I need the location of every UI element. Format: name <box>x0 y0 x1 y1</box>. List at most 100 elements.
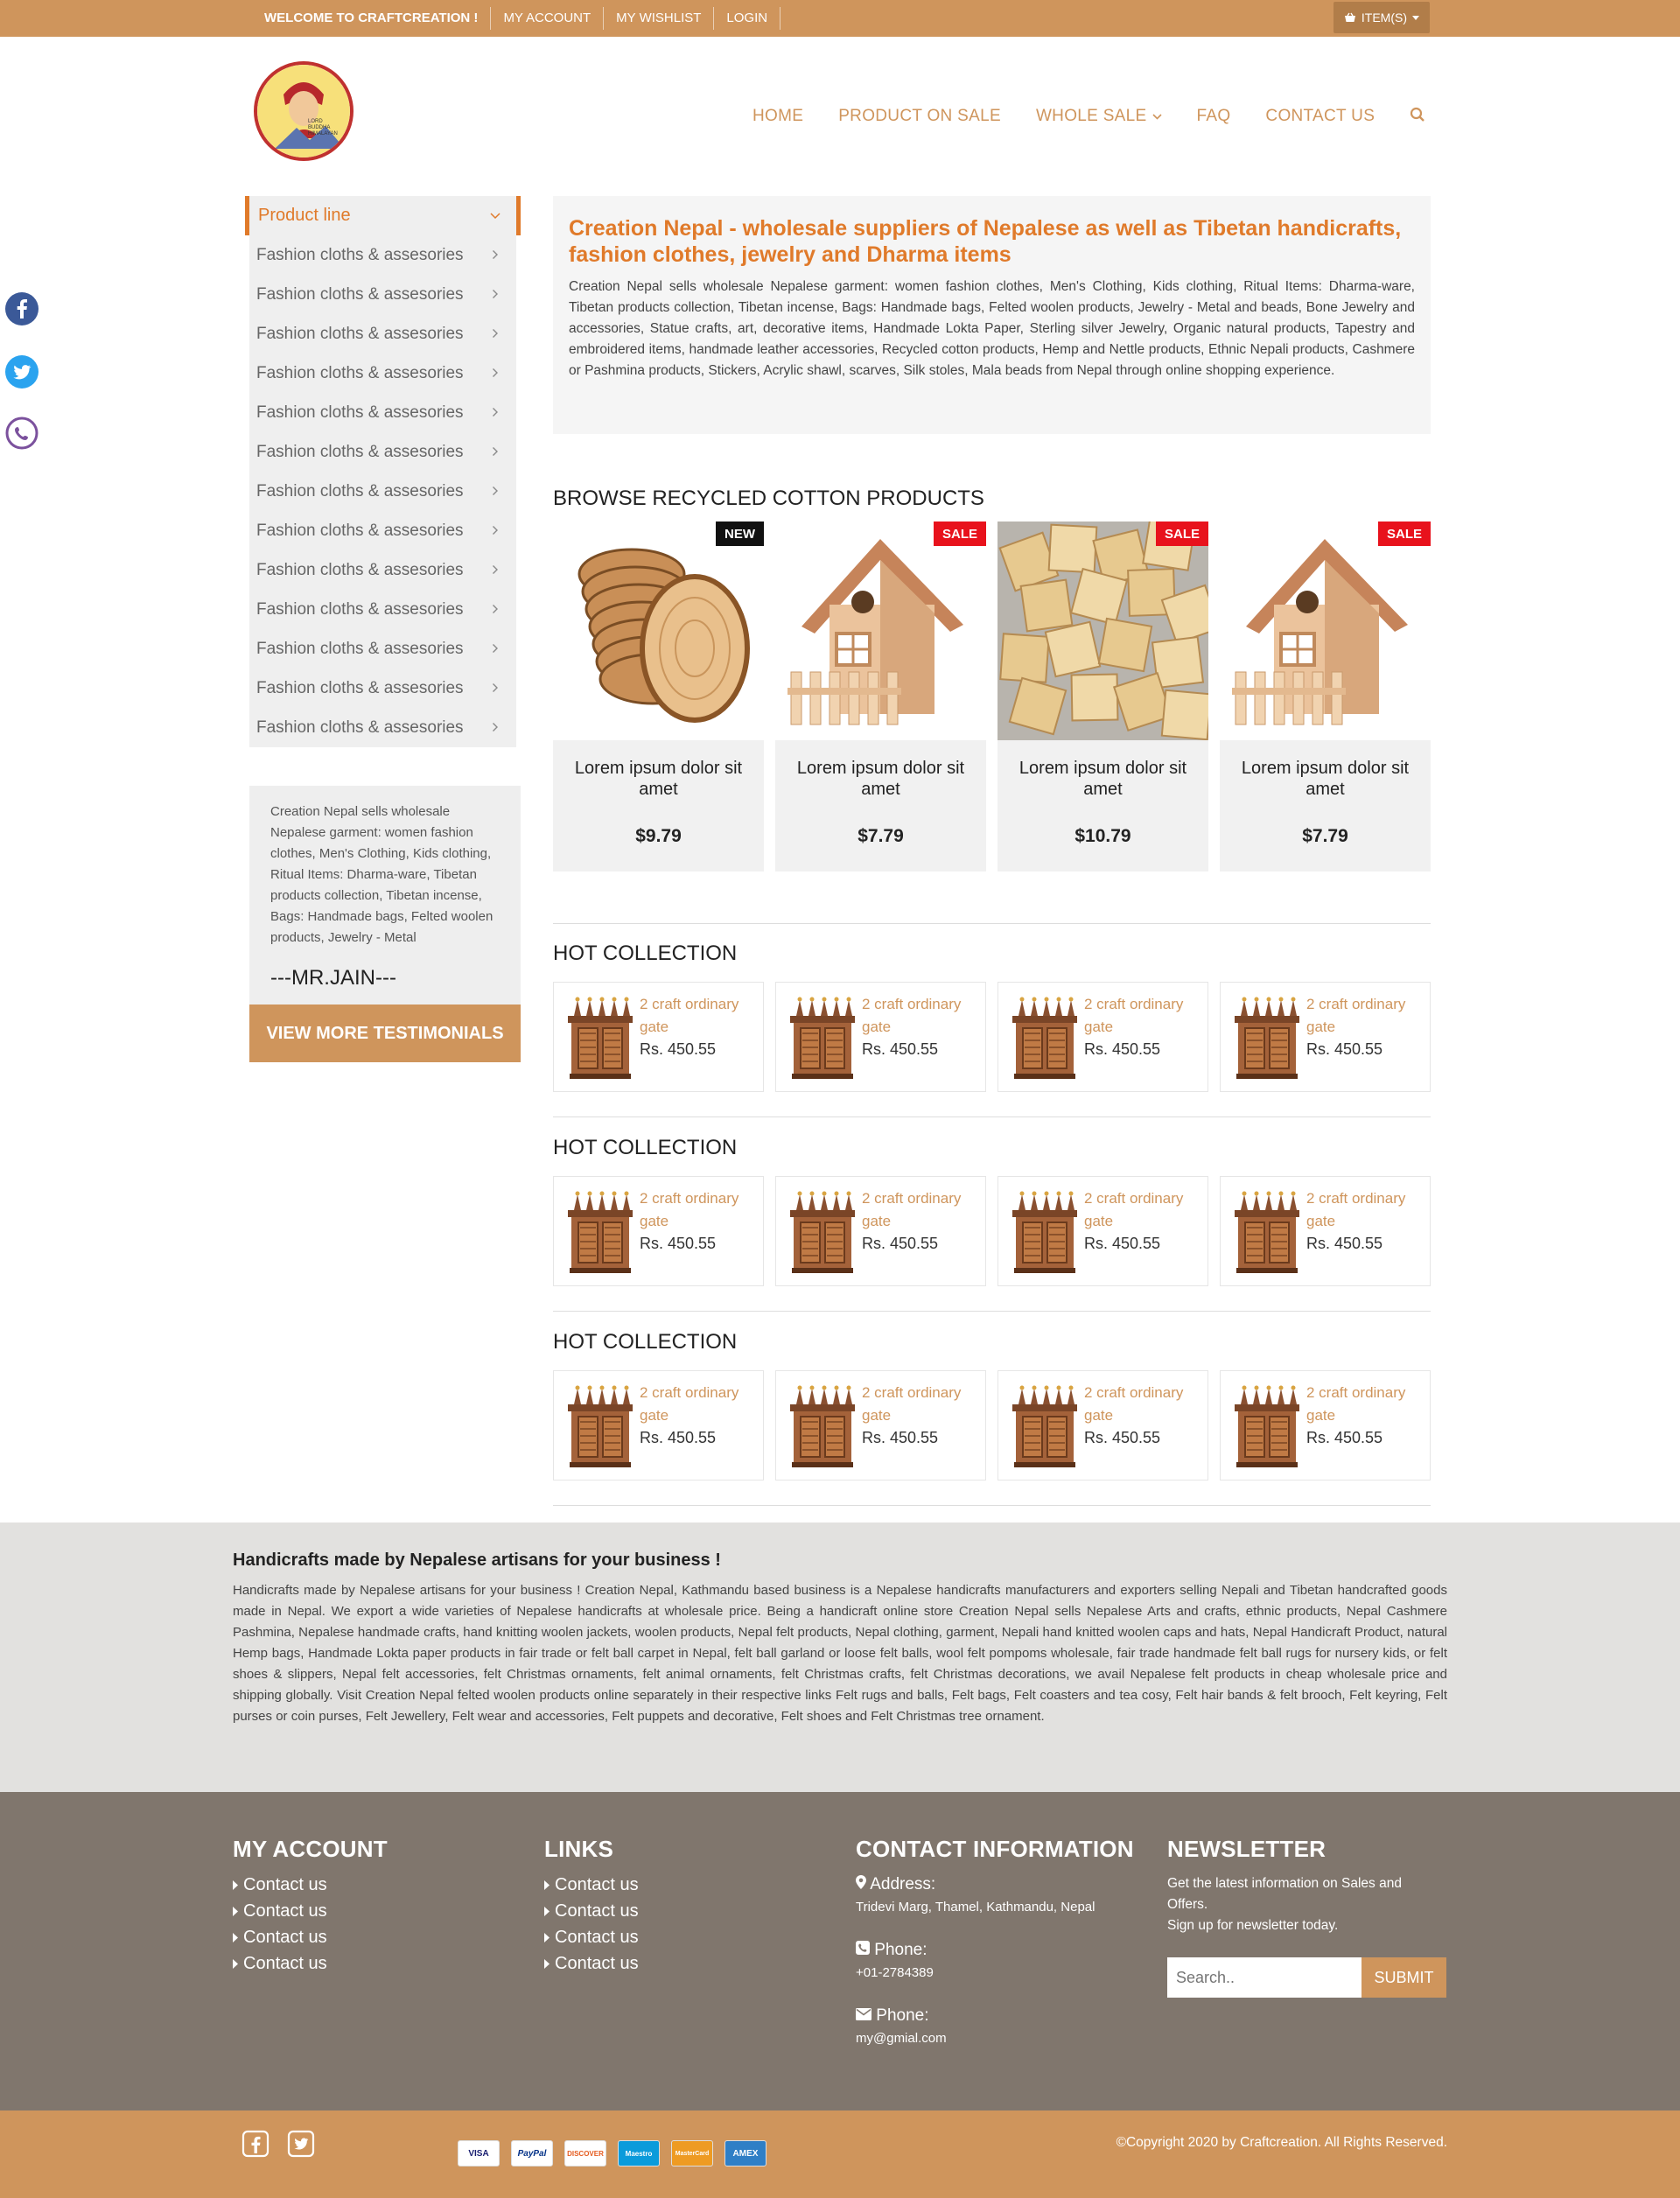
product-card[interactable]: SALE Lorem ipsum dolor sit amet $7.79 <box>1220 522 1431 872</box>
sidebar-category-item[interactable]: Fashion cloths & assesories <box>249 393 516 432</box>
hot-item-title[interactable]: 2 craft ordinary gate <box>1306 993 1425 1039</box>
sidebar-category-item[interactable]: Fashion cloths & assesories <box>249 235 516 275</box>
hot-item-title[interactable]: 2 craft ordinary gate <box>862 1382 981 1427</box>
my-wishlist-link[interactable]: MY WISHLIST <box>604 7 715 30</box>
product-name[interactable]: Lorem ipsum dolor sit amet <box>553 758 764 800</box>
footer-link[interactable]: Contact us <box>233 1901 388 1921</box>
facebook-square-icon <box>242 2130 270 2158</box>
hot-item-title[interactable]: 2 craft ordinary gate <box>1306 1187 1425 1233</box>
product-line-header[interactable]: Product line <box>245 196 521 235</box>
sidebar-category-item[interactable]: Fashion cloths & assesories <box>249 668 516 708</box>
shrine-thumbnail[interactable] <box>1233 1189 1301 1275</box>
nav-whole-sale[interactable]: WHOLE SALE <box>1036 107 1162 126</box>
footer-link[interactable]: Contact us <box>544 1901 639 1921</box>
hot-item-title[interactable]: 2 craft ordinary gate <box>862 993 981 1039</box>
hot-collection-card[interactable]: 2 craft ordinary gate Rs. 450.55 <box>998 982 1208 1092</box>
shrine-thumbnail[interactable] <box>566 1189 634 1275</box>
nav-faq[interactable]: FAQ <box>1197 107 1231 126</box>
divider <box>553 923 1431 924</box>
bottom-bar: VISA PayPal DISCOVER Maestro MasterCard … <box>0 2110 1680 2198</box>
facebook-float-button[interactable] <box>5 292 38 326</box>
sidebar-category-item[interactable]: Fashion cloths & assesories <box>249 629 516 668</box>
hot-collection-card[interactable]: 2 craft ordinary gate Rs. 450.55 <box>553 1176 764 1286</box>
sidebar-category-item[interactable]: Fashion cloths & assesories <box>249 511 516 550</box>
hot-collection-card[interactable]: 2 craft ordinary gate Rs. 450.55 <box>998 1370 1208 1480</box>
product-name[interactable]: Lorem ipsum dolor sit amet <box>1220 758 1431 800</box>
footer-link[interactable]: Contact us <box>233 1875 388 1894</box>
chevron-right-icon <box>492 248 499 262</box>
cart-button[interactable]: ITEM(S) <box>1333 2 1430 33</box>
nav-home[interactable]: HOME <box>752 107 803 126</box>
shrine-thumbnail[interactable] <box>1011 1189 1079 1275</box>
view-more-testimonials-button[interactable]: VIEW MORE TESTIMONIALS <box>249 1004 521 1062</box>
product-card[interactable]: SALE Lorem ipsum dolor sit amet $7.79 <box>775 522 986 872</box>
hot-collection-card[interactable]: 2 craft ordinary gate Rs. 450.55 <box>1220 982 1431 1092</box>
footer-my-account: MY ACCOUNT Contact us Contact us Contact u… <box>233 1836 388 1973</box>
viber-float-button[interactable] <box>5 416 38 450</box>
sidebar-category-item[interactable]: Fashion cloths & assesories <box>249 590 516 629</box>
product-image[interactable]: NEW <box>553 522 764 740</box>
hot-collection-card[interactable]: 2 craft ordinary gate Rs. 450.55 <box>553 1370 764 1480</box>
hot-item-title[interactable]: 2 craft ordinary gate <box>640 993 759 1039</box>
product-name[interactable]: Lorem ipsum dolor sit amet <box>775 758 986 800</box>
newsletter-input[interactable] <box>1167 1957 1362 1998</box>
shrine-thumbnail[interactable] <box>1233 1383 1301 1469</box>
hot-collection-card[interactable]: 2 craft ordinary gate Rs. 450.55 <box>775 1370 986 1480</box>
hot-collection-card[interactable]: 2 craft ordinary gate Rs. 450.55 <box>775 982 986 1092</box>
product-card[interactable]: NEW Lorem ipsum dolor sit amet $9.79 <box>553 522 764 872</box>
product-price: $9.79 <box>635 826 682 846</box>
sidebar-category-item[interactable]: Fashion cloths & assesories <box>249 708 516 747</box>
hot-item-title[interactable]: 2 craft ordinary gate <box>862 1187 981 1233</box>
footer-link[interactable]: Contact us <box>233 1954 388 1973</box>
hot-item-title[interactable]: 2 craft ordinary gate <box>1306 1382 1425 1427</box>
sidebar-category-label: Fashion cloths & assesories <box>256 442 464 461</box>
shrine-thumbnail[interactable] <box>566 1383 634 1469</box>
hot-item-title[interactable]: 2 craft ordinary gate <box>640 1382 759 1427</box>
shrine-thumbnail[interactable] <box>788 1383 857 1469</box>
sidebar-category-item[interactable]: Fashion cloths & assesories <box>249 550 516 590</box>
sidebar-category-item[interactable]: Fashion cloths & assesories <box>249 275 516 314</box>
product-image[interactable]: SALE <box>998 522 1208 740</box>
twitter-footer-button[interactable] <box>287 2130 315 2158</box>
hot-item-title[interactable]: 2 craft ordinary gate <box>640 1187 759 1233</box>
hot-item-title[interactable]: 2 craft ordinary gate <box>1084 1187 1203 1233</box>
search-button[interactable] <box>1410 107 1425 127</box>
footer-link[interactable]: Contact us <box>544 1875 639 1894</box>
shrine-thumbnail[interactable] <box>1233 995 1301 1081</box>
address-label-text: Address: <box>870 1875 936 1894</box>
hot-collection-title-2: HOT COLLECTION <box>553 1136 738 1159</box>
sidebar-category-item[interactable]: Fashion cloths & assesories <box>249 354 516 393</box>
shrine-thumbnail[interactable] <box>788 1189 857 1275</box>
sidebar-category-item[interactable]: Fashion cloths & assesories <box>249 472 516 511</box>
footer-link[interactable]: Contact us <box>544 1928 639 1947</box>
footer-link[interactable]: Contact us <box>544 1954 639 1973</box>
footer-link[interactable]: Contact us <box>233 1928 388 1947</box>
nav-contact-us[interactable]: CONTACT US <box>1265 107 1375 126</box>
site-logo[interactable]: LORD BUDDHA HIMALAYAN <box>254 61 354 161</box>
hot-collection-card[interactable]: 2 craft ordinary gate Rs. 450.55 <box>998 1176 1208 1286</box>
about-text: Handicrafts made by Nepalese artisans fo… <box>233 1583 1447 1724</box>
product-image[interactable]: SALE <box>1220 522 1431 740</box>
twitter-float-button[interactable] <box>5 355 38 388</box>
newsletter-submit-button[interactable]: SUBMIT <box>1362 1957 1446 1998</box>
my-account-link[interactable]: MY ACCOUNT <box>491 7 605 30</box>
product-name[interactable]: Lorem ipsum dolor sit amet <box>998 758 1208 800</box>
shrine-thumbnail[interactable] <box>788 995 857 1081</box>
shrine-thumbnail[interactable] <box>1011 1383 1079 1469</box>
login-link[interactable]: LOGIN <box>714 7 781 30</box>
hot-collection-card[interactable]: 2 craft ordinary gate Rs. 450.55 <box>1220 1370 1431 1480</box>
shrine-thumbnail[interactable] <box>1011 995 1079 1081</box>
product-card[interactable]: SALE Lorem ipsum dolor sit amet $10.79 <box>998 522 1208 872</box>
sidebar-category-item[interactable]: Fashion cloths & assesories <box>249 314 516 354</box>
product-image[interactable]: SALE <box>775 522 986 740</box>
shrine-thumbnail[interactable] <box>566 995 634 1081</box>
hot-collection-card[interactable]: 2 craft ordinary gate Rs. 450.55 <box>775 1176 986 1286</box>
hot-collection-card[interactable]: 2 craft ordinary gate Rs. 450.55 <box>1220 1176 1431 1286</box>
nav-product-on-sale[interactable]: PRODUCT ON SALE <box>838 107 1001 126</box>
sidebar-category-item[interactable]: Fashion cloths & assesories <box>249 432 516 472</box>
hot-item-title[interactable]: 2 craft ordinary gate <box>1084 1382 1203 1427</box>
hot-collection-card[interactable]: 2 craft ordinary gate Rs. 450.55 <box>553 982 764 1092</box>
footer-link-label: Contact us <box>243 1875 327 1894</box>
hot-item-title[interactable]: 2 craft ordinary gate <box>1084 993 1203 1039</box>
facebook-footer-button[interactable] <box>242 2130 270 2158</box>
